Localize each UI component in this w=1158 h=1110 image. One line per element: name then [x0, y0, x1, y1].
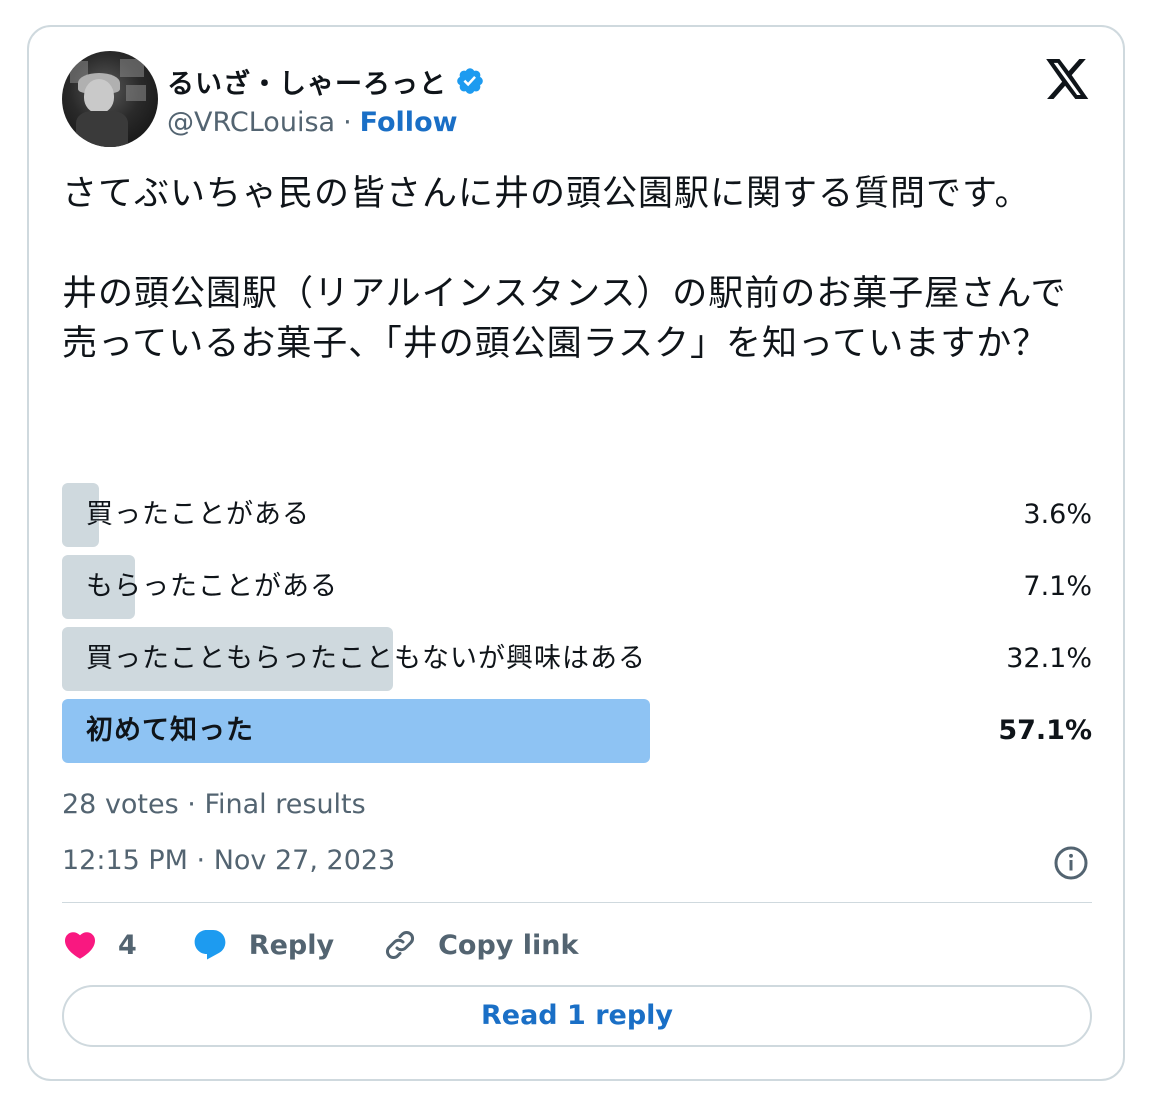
poll-option-label: 買ったこともらったこともないが興味はある: [86, 643, 646, 674]
reply-bubble-icon: [194, 930, 226, 960]
avatar[interactable]: [62, 51, 158, 147]
heart-icon: [64, 932, 96, 959]
author-display-name[interactable]: るいざ・しゃーろっと: [167, 62, 447, 101]
poll-option-percent: 7.1%: [1023, 571, 1092, 602]
poll-option-percent: 3.6%: [1023, 499, 1092, 530]
poll: 買ったことがある 3.6% もらったことがある 7.1% 買ったこともらったこと…: [62, 483, 1092, 771]
x-logo-icon[interactable]: [1046, 59, 1090, 99]
copy-link-button[interactable]: Copy link: [382, 927, 578, 963]
poll-option: 買ったこともらったこともないが興味はある 32.1%: [62, 627, 1092, 691]
author-handle-row: @VRCLouisa · Follow: [167, 103, 458, 141]
tweet-card: るいざ・しゃーろっと @VRCLouisa · Follow さてぶいちゃ民の皆…: [27, 25, 1125, 1081]
poll-option-percent: 57.1%: [998, 715, 1092, 746]
author-handle[interactable]: @VRCLouisa: [167, 107, 335, 138]
verified-badge-icon: [457, 68, 483, 94]
tweet-timestamp[interactable]: 12:15 PM · Nov 27, 2023: [62, 845, 395, 876]
info-icon[interactable]: [1053, 845, 1089, 881]
separator-dot: ·: [343, 106, 352, 138]
poll-option-percent: 32.1%: [1006, 643, 1092, 674]
poll-option-label: もらったことがある: [86, 571, 338, 602]
reply-button[interactable]: Reply: [191, 927, 334, 963]
link-icon: [386, 931, 415, 959]
poll-option: 買ったことがある 3.6%: [62, 483, 1092, 547]
action-bar: 4 Reply Copy link: [62, 923, 626, 967]
poll-option-label: 買ったことがある: [86, 499, 310, 530]
like-button[interactable]: 4: [62, 927, 137, 963]
poll-option: もらったことがある 7.1%: [62, 555, 1092, 619]
follow-button[interactable]: Follow: [360, 107, 458, 138]
poll-option-label: 初めて知った: [86, 715, 254, 746]
divider: [62, 902, 1092, 903]
like-count: 4: [118, 929, 137, 961]
poll-option-winner: 初めて知った 57.1%: [62, 699, 1092, 763]
author-name-row[interactable]: るいざ・しゃーろっと: [167, 61, 485, 101]
copy-link-label: Copy link: [438, 929, 579, 961]
reply-label: Reply: [248, 929, 335, 961]
tweet-text: さてぶいちゃ民の皆さんに井の頭公園駅に関する質問です。 井の頭公園駅（リアルイン…: [62, 174, 1067, 364]
read-replies-button[interactable]: Read 1 reply: [62, 985, 1092, 1047]
poll-summary: 28 votes · Final results: [62, 789, 366, 820]
